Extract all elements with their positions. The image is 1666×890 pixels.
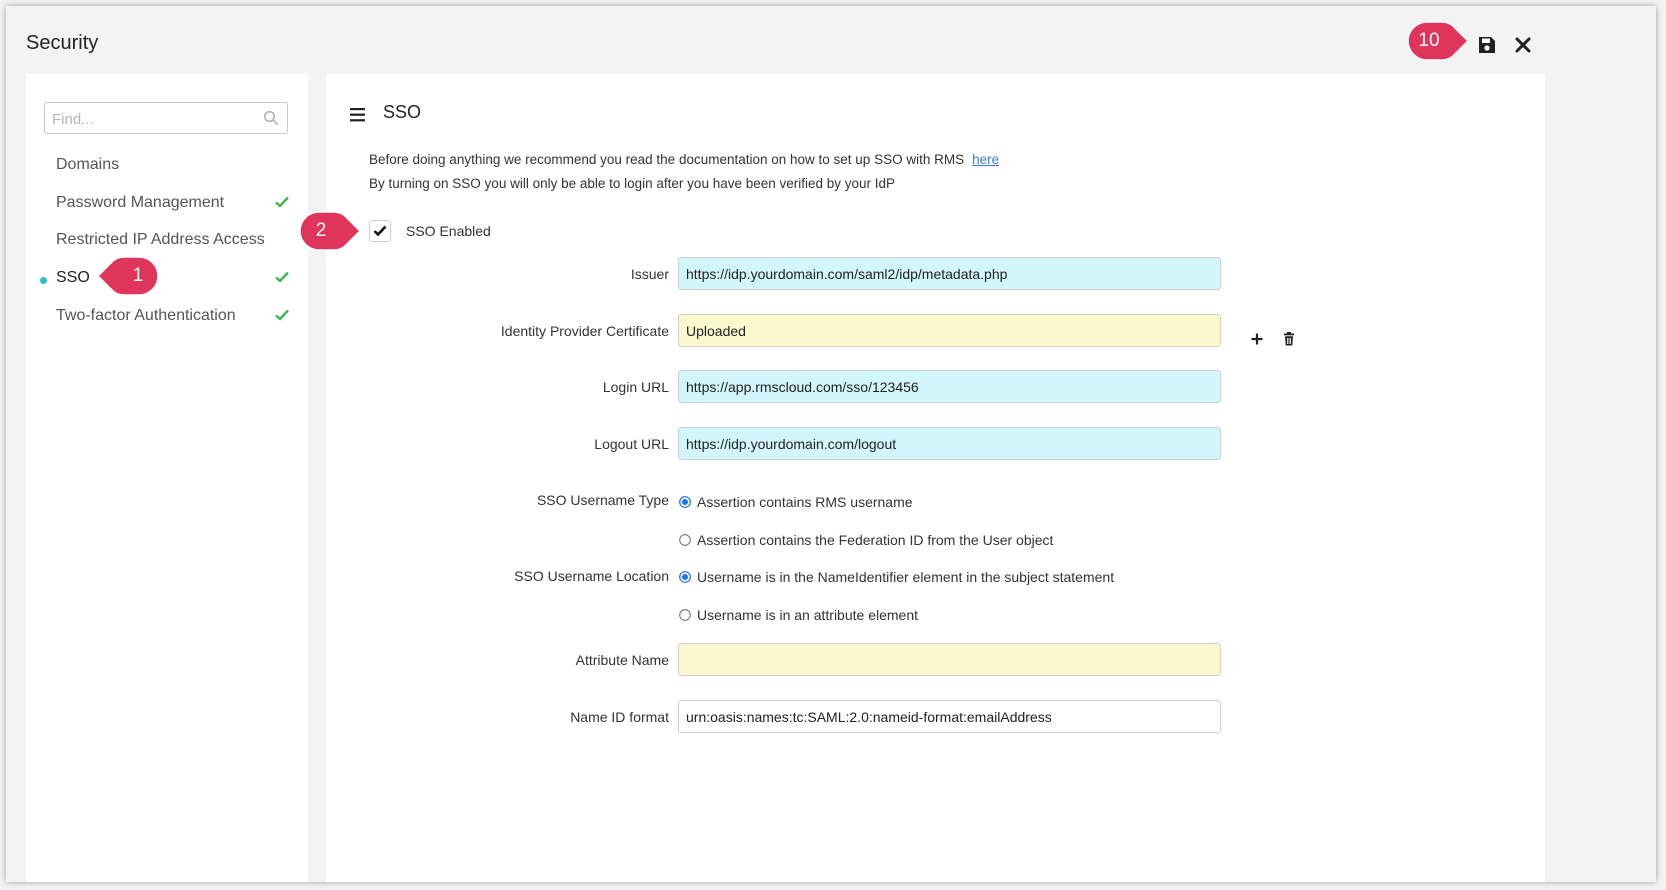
- username-type-option-label: Assertion contains the Federation ID fro…: [697, 532, 1054, 548]
- intro-text: Before doing anything we recommend you r…: [369, 152, 999, 167]
- callout-number: 10: [1418, 30, 1440, 51]
- sidebar-item-label: Two-factor Authentication: [56, 307, 236, 324]
- hamburger-menu-icon[interactable]: [350, 108, 366, 122]
- attribute-name-label: Attribute Name: [575, 652, 669, 668]
- logout-url-label: Logout URL: [594, 436, 669, 452]
- intro-line-2: By turning on SSO you will only be able …: [369, 176, 896, 191]
- sso-enabled-checkbox[interactable]: [369, 220, 391, 242]
- username-type-radio-rms[interactable]: [679, 496, 691, 508]
- username-type-option-label: Assertion contains RMS username: [697, 494, 913, 510]
- intro-line-1: Before doing anything we recommend you r…: [369, 152, 965, 167]
- find-field: [44, 102, 288, 134]
- check-icon: [275, 271, 289, 283]
- active-indicator: [40, 277, 47, 284]
- login-url-label: Login URL: [602, 379, 669, 395]
- username-location-option-label: Username is in the NameIdentifier elemen…: [697, 569, 1115, 585]
- attribute-name-field[interactable]: [678, 643, 1221, 676]
- save-button[interactable]: [1476, 34, 1498, 56]
- page-title: SSO: [383, 102, 422, 122]
- certificate-field[interactable]: [678, 314, 1221, 347]
- documentation-link[interactable]: here: [972, 152, 999, 167]
- sidebar-item-two-factor[interactable]: Two-factor Authentication: [26, 301, 308, 333]
- callout-number: 2: [315, 220, 327, 241]
- checkmark-icon: [373, 225, 387, 237]
- login-url-field[interactable]: [678, 370, 1221, 403]
- username-location-label: SSO Username Location: [514, 568, 669, 584]
- issuer-label: Issuer: [630, 266, 669, 282]
- sidebar-item-password-management[interactable]: Password Management: [26, 188, 308, 220]
- name-id-format-label: Name ID format: [570, 709, 669, 725]
- username-type-radio-federation[interactable]: [679, 534, 691, 546]
- check-icon: [275, 309, 289, 321]
- sso-panel: SSO Before doing anything we recommend y…: [299, 74, 1545, 882]
- save-icon: [1479, 37, 1495, 53]
- callout-10: 10: [1407, 21, 1470, 61]
- search-input[interactable]: [50, 104, 254, 134]
- search-icon[interactable]: [263, 110, 279, 126]
- security-window: Security 10 Domains Pass: [6, 6, 1656, 882]
- window-title: Security: [26, 32, 99, 54]
- username-location-radio-attribute[interactable]: [679, 609, 691, 621]
- username-location-option-label: Username is in an attribute element: [697, 607, 918, 623]
- add-certificate-button[interactable]: [1250, 332, 1264, 346]
- username-location-radio-nameidentifier[interactable]: [679, 571, 691, 583]
- sidebar-item-label: Password Management: [56, 194, 225, 211]
- delete-certificate-button[interactable]: [1282, 332, 1296, 346]
- sidebar-item-domains[interactable]: Domains: [26, 150, 308, 182]
- logout-url-field[interactable]: [678, 427, 1221, 460]
- name-id-format-field[interactable]: [678, 700, 1221, 733]
- callout-2: 2: [299, 211, 362, 251]
- close-icon: [1515, 37, 1531, 53]
- close-button[interactable]: [1512, 34, 1534, 56]
- callout-number: 1: [132, 265, 144, 286]
- sidebar-item-restricted-ip[interactable]: Restricted IP Address Access: [26, 225, 308, 257]
- sidebar-item-label: Restricted IP Address Access: [56, 231, 265, 248]
- sidebar-item-label: SSO: [56, 269, 90, 286]
- certificate-label: Identity Provider Certificate: [500, 323, 669, 339]
- check-icon: [275, 196, 289, 208]
- sidebar-item-label: Domains: [56, 156, 120, 173]
- callout-1: 1: [96, 256, 159, 296]
- sso-enabled-label: SSO Enabled: [406, 223, 491, 239]
- username-type-label: SSO Username Type: [536, 492, 669, 508]
- sidebar-item-sso[interactable]: SSO: [26, 263, 308, 295]
- sidebar: Domains Password Management Restricted I…: [26, 74, 308, 882]
- issuer-field[interactable]: [678, 257, 1221, 290]
